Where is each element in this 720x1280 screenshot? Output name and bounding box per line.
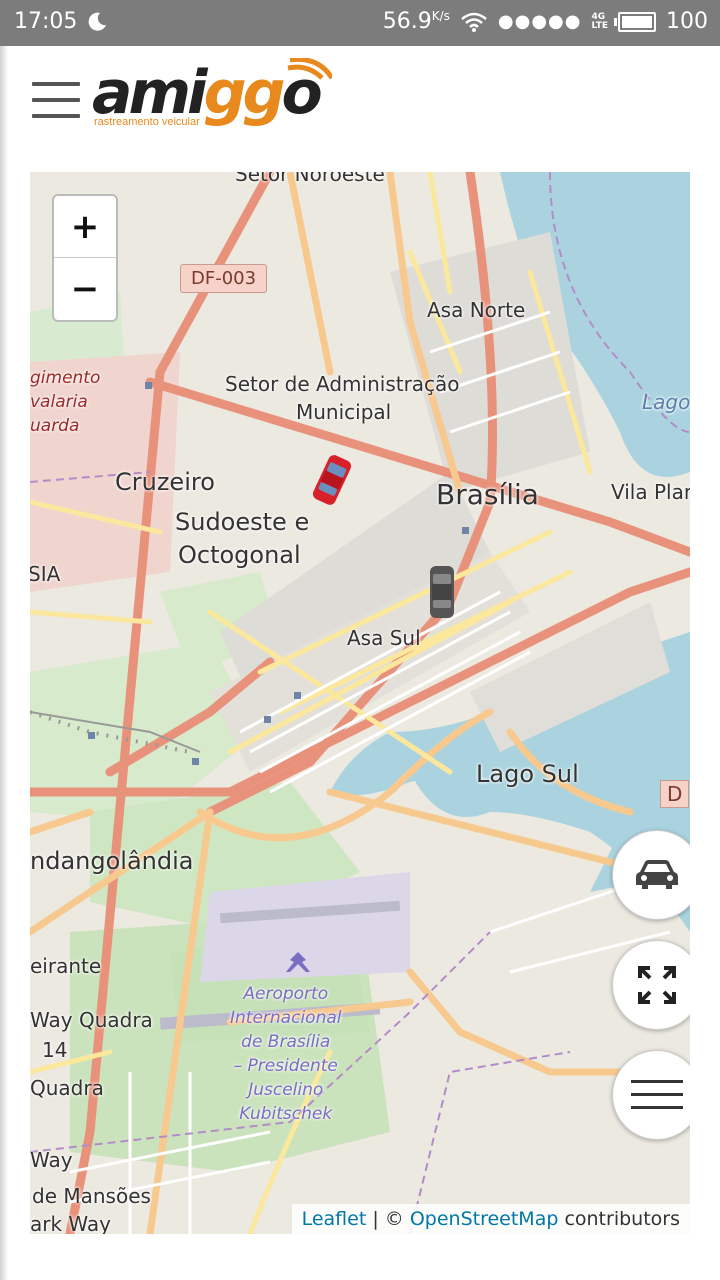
wifi-icon xyxy=(461,12,487,32)
status-time: 17:05 xyxy=(14,9,78,34)
label-setor-noroeste: Setor Noroeste xyxy=(235,172,385,186)
label-de-mansoes: de Mansões xyxy=(32,1184,151,1208)
label-regimento-2: valaria xyxy=(30,392,88,412)
label-setor-admin-1: Setor de Administração xyxy=(225,372,460,396)
battery-icon xyxy=(614,11,656,32)
label-brasilia: Brasília xyxy=(436,478,539,511)
label-asa-sul: Asa Sul xyxy=(347,626,421,650)
label-sudoeste-1: Sudoeste e xyxy=(175,508,310,536)
road-shield-df003: DF-003 xyxy=(180,264,268,293)
zoom-in-button[interactable]: + xyxy=(54,196,116,258)
amiggo-logo: amiggo rastreamento veicular xyxy=(92,58,332,133)
label-park-way: ark Way xyxy=(30,1212,112,1234)
menu-lines-icon xyxy=(631,1080,683,1109)
logo-tagline: rastreamento veicular xyxy=(94,116,200,128)
label-candangolandia: ndangolândia xyxy=(30,847,194,875)
label-lago-sul: Lago Sul xyxy=(476,760,579,788)
label-14: 14 xyxy=(42,1038,68,1062)
label-asa-norte: Asa Norte xyxy=(427,298,526,322)
label-park-way-quadra: Way Quadra xyxy=(30,1008,153,1032)
zoom-control: + − xyxy=(52,194,118,322)
label-aeroporto: Aeroporto Internacional de Brasília – Pr… xyxy=(230,984,342,1124)
label-regimento-3: uarda xyxy=(30,416,80,436)
label-regimento-1: gimento xyxy=(30,368,101,388)
zoom-out-button[interactable]: − xyxy=(54,258,116,319)
drawer-edge-shadow xyxy=(0,46,8,1280)
label-sia: SIA xyxy=(30,562,61,586)
label-quadra: Quadra xyxy=(30,1076,104,1100)
network-type: 4G LTE xyxy=(591,11,608,31)
map-tiles xyxy=(30,172,690,1234)
moon-icon xyxy=(89,12,107,31)
label-bandeirante: eirante xyxy=(30,954,102,978)
battery-level: 100 xyxy=(666,9,708,34)
label-sudoeste-2: Octogonal xyxy=(178,541,301,569)
leaflet-link[interactable]: Leaflet xyxy=(302,1208,367,1230)
label-d-edge: D xyxy=(660,780,690,808)
map-view[interactable]: DF-003 Setor Noroeste Asa Norte Setor de… xyxy=(30,172,690,1234)
vehicle-marker-gray-car[interactable] xyxy=(422,562,462,622)
network-speed: 56.9K/s xyxy=(382,9,450,34)
label-setor-admin-2: Municipal xyxy=(296,400,392,424)
label-vila-planalto: Vila Plan xyxy=(611,480,690,504)
expand-icon xyxy=(638,966,676,1004)
label-way: Way xyxy=(30,1148,73,1172)
hamburger-icon[interactable] xyxy=(32,82,80,118)
map-attribution: Leaflet | © OpenStreetMap contributors xyxy=(291,1204,690,1234)
status-bar: 17:05 56.9K/s ●●●●● 4G LTE 100 xyxy=(0,0,720,46)
vehicle-marker-red-car[interactable] xyxy=(308,452,356,508)
label-lago: Lago xyxy=(642,390,690,414)
label-cruzeiro: Cruzeiro xyxy=(115,468,215,496)
osm-link[interactable]: OpenStreetMap xyxy=(410,1208,559,1230)
signal-dots: ●●●●● xyxy=(497,11,582,32)
car-icon xyxy=(636,860,678,889)
